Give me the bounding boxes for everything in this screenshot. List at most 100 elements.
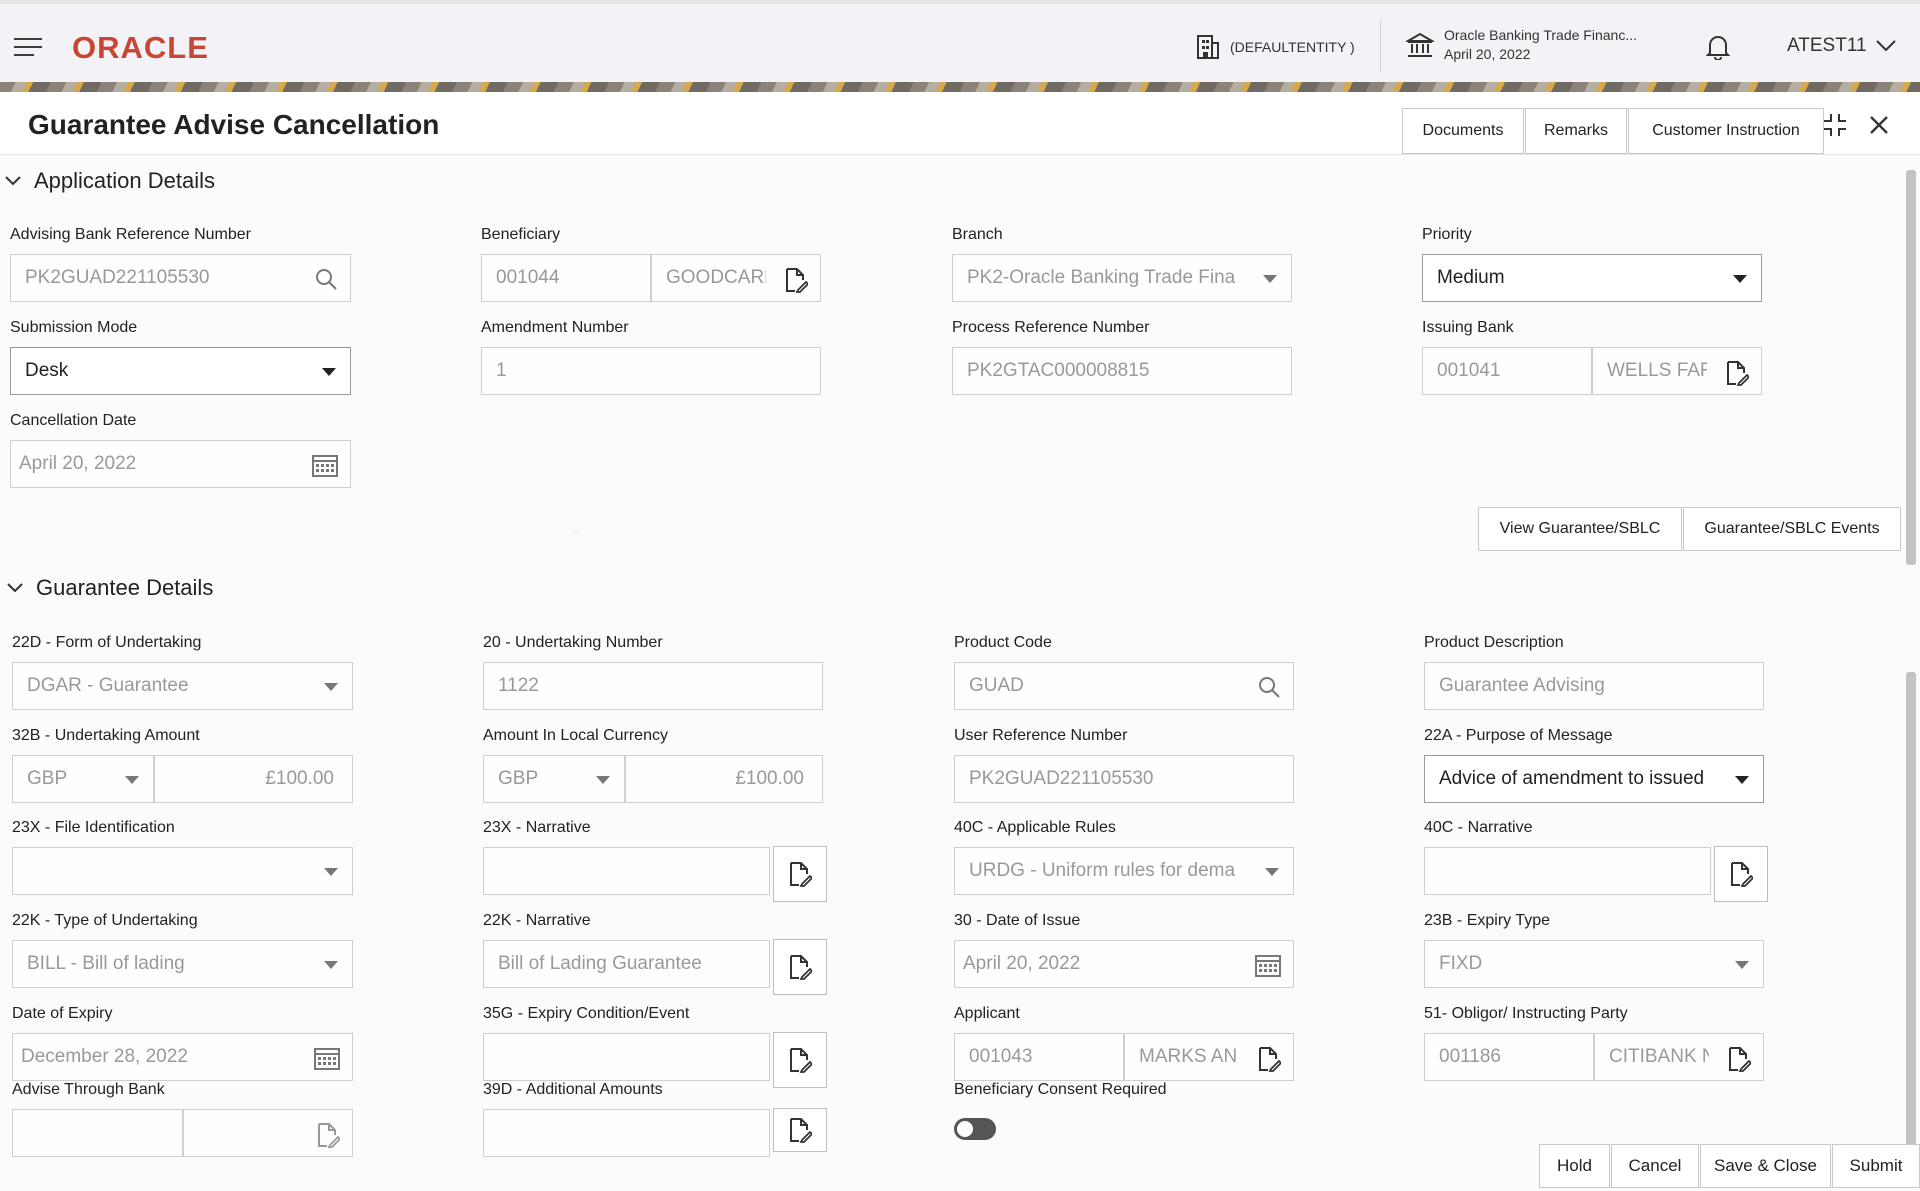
issuing-bank-code-field[interactable]: 001041	[1422, 347, 1592, 395]
applicable-rules-select[interactable]: URDG - Uniform rules for dema	[954, 847, 1294, 895]
save-close-button[interactable]: Save & Close	[1700, 1144, 1831, 1188]
entity-selector[interactable]: (DEFAULTENTITY )	[1196, 34, 1355, 60]
scrollbar-thumb-secondary[interactable]	[1906, 672, 1916, 1157]
cancellation-date-label: Cancellation Date	[10, 412, 136, 430]
applicant-code-field[interactable]: 001043	[954, 1033, 1124, 1081]
undertaking-number-label: 20 - Undertaking Number	[483, 634, 663, 652]
advising-bank-ref-label: Advising Bank Reference Number	[10, 226, 251, 244]
beneficiary-code-field[interactable]: 001044	[481, 254, 651, 302]
additional-amounts-field[interactable]	[483, 1109, 770, 1157]
applicant-name-field[interactable]: MARKS AN	[1124, 1033, 1294, 1081]
submission-mode-select[interactable]: Desk	[10, 347, 351, 395]
date-of-issue-field[interactable]: April 20, 2022	[954, 940, 1294, 988]
product-code-field[interactable]: GUAD	[954, 662, 1294, 710]
additional-amounts-label: 39D - Additional Amounts	[483, 1081, 663, 1099]
issuing-bank-name-field[interactable]: WELLS FAR	[1592, 347, 1762, 395]
obligor-label: 51- Obligor/ Instructing Party	[1424, 1005, 1628, 1023]
narrative-23x-field[interactable]	[483, 847, 770, 895]
undertaking-amount-field[interactable]: £100.00	[154, 755, 353, 803]
expiry-type-select[interactable]: FIXD	[1424, 940, 1764, 988]
expiry-type-label: 23B - Expiry Type	[1424, 912, 1550, 930]
caret-down-icon	[322, 368, 336, 376]
user-menu[interactable]: ATEST11	[1787, 35, 1897, 57]
document-edit-icon[interactable]	[784, 267, 808, 293]
local-currency-select[interactable]: GBP	[483, 755, 625, 803]
notification-bell-icon[interactable]	[1706, 34, 1730, 65]
guarantee-details-header[interactable]: Guarantee Details	[6, 575, 213, 601]
decorative-banner	[0, 82, 1920, 92]
advise-through-bank-name-field[interactable]	[183, 1109, 353, 1157]
obligor-name-field[interactable]: CITIBANK N	[1594, 1033, 1764, 1081]
expiry-condition-label: 35G - Expiry Condition/Event	[483, 1005, 689, 1023]
process-ref-field[interactable]: PK2GTAC000008815	[952, 347, 1292, 395]
expiry-condition-field[interactable]	[483, 1033, 770, 1081]
calendar-icon[interactable]	[1255, 953, 1281, 977]
expiry-type-value: FIXD	[1439, 953, 1482, 975]
narrative-40c-edit-button[interactable]	[1714, 846, 1768, 902]
cancellation-date-field[interactable]: April 20, 2022	[10, 440, 351, 488]
narrative-40c-field[interactable]	[1424, 847, 1711, 895]
date-of-expiry-field[interactable]: December 28, 2022	[12, 1033, 353, 1081]
branch-select[interactable]: PK2-Oracle Banking Trade Fina	[952, 254, 1292, 302]
documents-button[interactable]: Documents	[1402, 108, 1524, 154]
purpose-of-message-select[interactable]: Advice of amendment to issued	[1424, 755, 1764, 803]
branch-value: PK2-Oracle Banking Trade Fina	[967, 267, 1235, 289]
form-of-undertaking-select[interactable]: DGAR - Guarantee	[12, 662, 353, 710]
submit-button[interactable]: Submit	[1832, 1144, 1920, 1188]
search-icon[interactable]	[314, 267, 338, 291]
amendment-number-field[interactable]: 1	[481, 347, 821, 395]
advising-bank-ref-field[interactable]: PK2GUAD221105530	[10, 254, 351, 302]
obligor-code-field[interactable]: 001186	[1424, 1033, 1594, 1081]
date-of-expiry-value: December 28, 2022	[21, 1046, 188, 1068]
top-header: ORACLE (DEFAULTENTITY ) Oracle Banking T…	[0, 0, 1920, 84]
application-details-header[interactable]: Application Details	[4, 168, 215, 194]
document-edit-icon[interactable]	[1725, 360, 1749, 386]
calendar-icon[interactable]	[312, 453, 338, 477]
priority-label: Priority	[1422, 226, 1472, 244]
caret-down-icon	[596, 776, 610, 784]
caret-down-icon	[1735, 961, 1749, 969]
hold-button[interactable]: Hold	[1539, 1144, 1610, 1188]
applicable-rules-label: 40C - Applicable Rules	[954, 819, 1116, 837]
chevron-down-icon	[6, 582, 24, 594]
beneficiary-consent-toggle[interactable]	[954, 1118, 996, 1140]
local-amount-field[interactable]: £100.00	[625, 755, 823, 803]
collapse-fullscreen-icon[interactable]	[1822, 112, 1848, 138]
priority-select[interactable]: Medium	[1422, 254, 1762, 302]
scrollbar-thumb[interactable]	[1906, 170, 1916, 565]
calendar-icon[interactable]	[314, 1046, 340, 1070]
narrative-22k-field[interactable]: Bill of Lading Guarantee	[483, 940, 770, 988]
undertaking-number-field[interactable]: 1122	[483, 662, 823, 710]
document-edit-icon[interactable]	[1257, 1046, 1281, 1072]
close-icon[interactable]	[1866, 112, 1892, 138]
product-description-field[interactable]: Guarantee Advising	[1424, 662, 1764, 710]
document-edit-icon	[788, 861, 812, 887]
additional-amounts-edit-button[interactable]	[773, 1108, 827, 1152]
type-of-undertaking-select[interactable]: BILL - Bill of lading	[12, 940, 353, 988]
remarks-button[interactable]: Remarks	[1525, 108, 1627, 154]
hamburger-menu-icon[interactable]	[14, 38, 42, 56]
expiry-condition-edit-button[interactable]	[773, 1032, 827, 1088]
beneficiary-name-field[interactable]: GOODCARE	[651, 254, 821, 302]
caret-down-icon	[1735, 776, 1749, 784]
product-code-value: GUAD	[969, 675, 1024, 697]
guarantee-events-button[interactable]: Guarantee/SBLC Events	[1683, 507, 1901, 551]
title-bar: Guarantee Advise Cancellation Documents …	[0, 92, 1920, 155]
advise-through-bank-code-field[interactable]	[12, 1109, 183, 1157]
file-identification-select[interactable]	[12, 847, 353, 895]
caret-down-icon	[1733, 275, 1747, 283]
priority-value: Medium	[1437, 267, 1505, 289]
document-edit-icon[interactable]	[1727, 1046, 1751, 1072]
view-guarantee-button[interactable]: View Guarantee/SBLC	[1478, 507, 1682, 551]
cancel-button[interactable]: Cancel	[1611, 1144, 1699, 1188]
narrative-23x-edit-button[interactable]	[773, 846, 827, 902]
beneficiary-label: Beneficiary	[481, 226, 560, 244]
customer-instruction-button[interactable]: Customer Instruction	[1628, 108, 1824, 154]
app-info[interactable]: Oracle Banking Trade Financ... April 20,…	[1406, 26, 1637, 64]
narrative-22k-edit-button[interactable]	[773, 939, 827, 995]
narrative-23x-label: 23X - Narrative	[483, 819, 591, 837]
document-edit-icon[interactable]	[316, 1122, 340, 1148]
user-reference-field[interactable]: PK2GUAD221105530	[954, 755, 1294, 803]
search-icon[interactable]	[1257, 675, 1281, 699]
undertaking-currency-select[interactable]: GBP	[12, 755, 154, 803]
